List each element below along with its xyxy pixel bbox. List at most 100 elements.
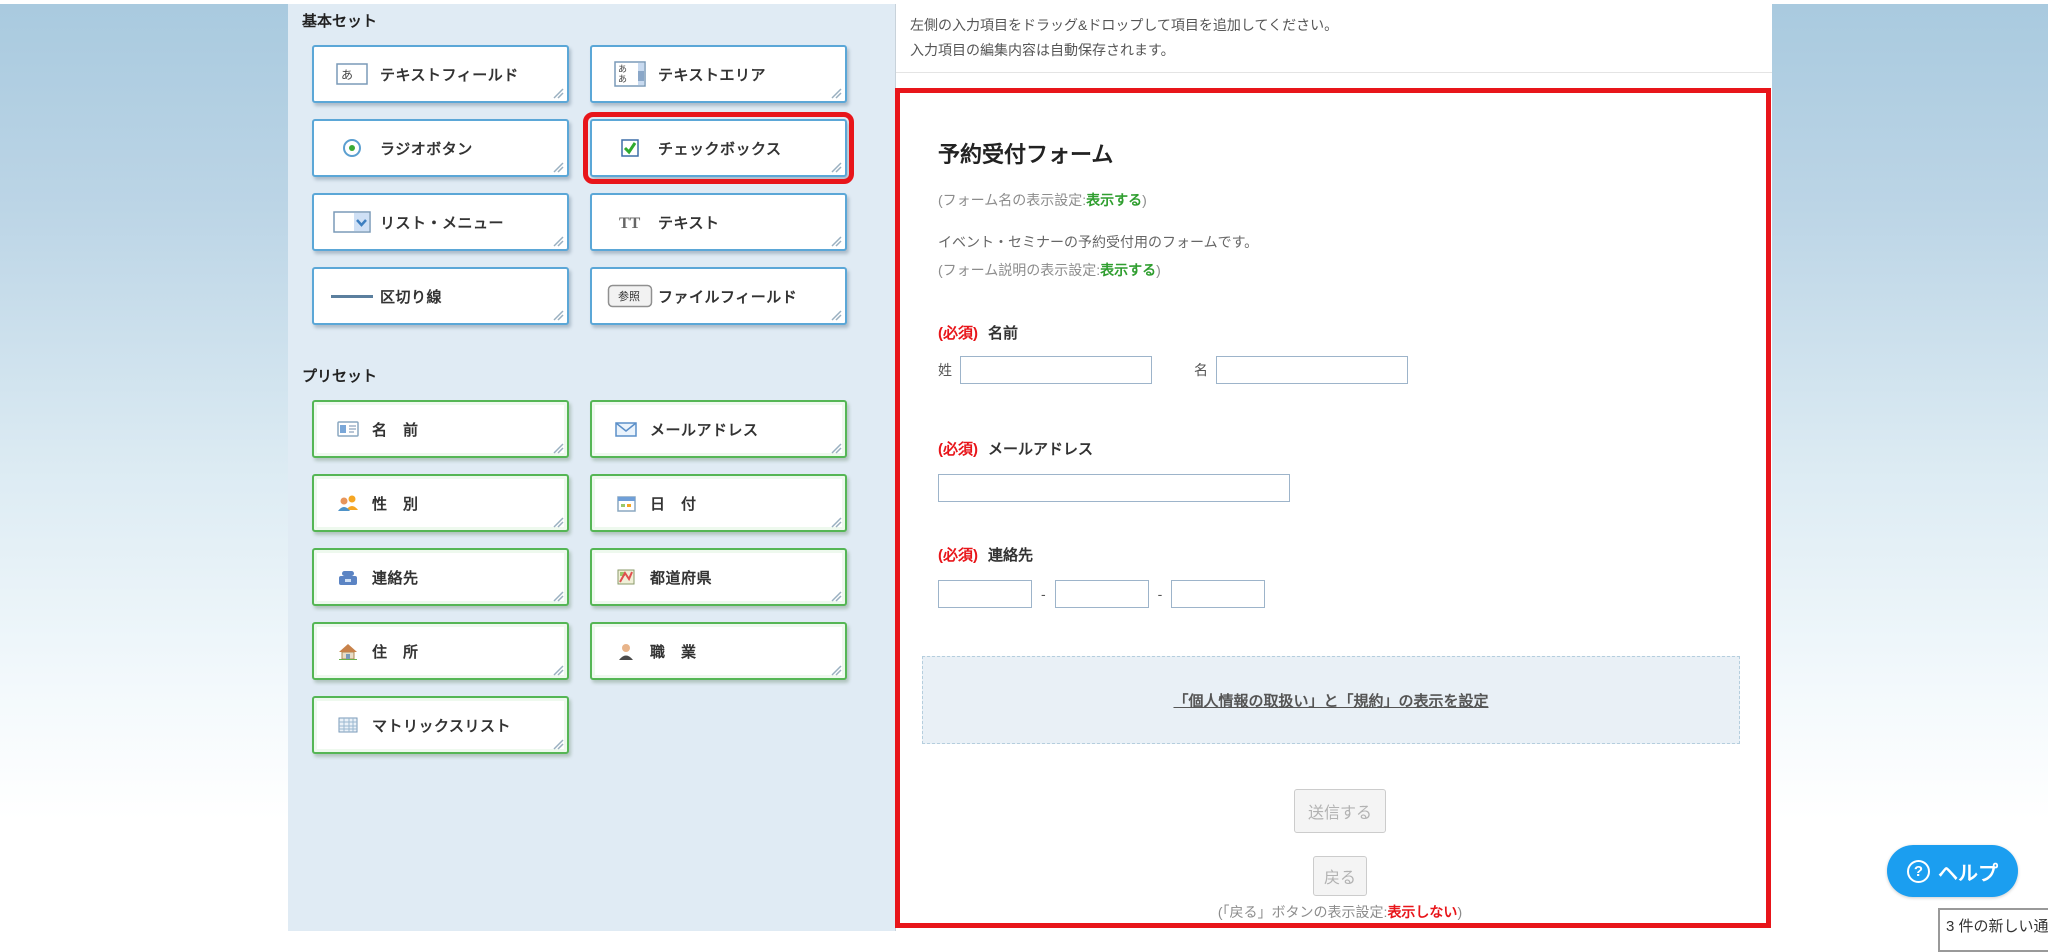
phone-input-1[interactable] xyxy=(938,580,1032,608)
notification-popup[interactable]: 3 件の新しい通知 xyxy=(1938,908,2048,952)
phone-input-2[interactable] xyxy=(1055,580,1149,608)
resize-grip-icon xyxy=(831,591,842,602)
gender-icon xyxy=(324,494,372,512)
submit-button[interactable]: 送信する xyxy=(1294,789,1386,833)
resize-grip-icon xyxy=(553,517,564,528)
resize-grip-icon xyxy=(831,443,842,454)
palette-item-label: 職 業 xyxy=(650,641,697,662)
palette-item-occupation[interactable]: 職 業 xyxy=(590,622,847,680)
field-palette: 基本セット あ テキストフィールド ああ テキストエリア xyxy=(288,4,895,931)
palette-item-textarea[interactable]: ああ テキストエリア xyxy=(590,45,847,103)
privacy-terms-panel: 「個人情報の取扱い」と「規約」の表示を設定 xyxy=(922,656,1740,744)
palette-item-date[interactable]: 日 付 xyxy=(590,474,847,532)
palette-item-file-field[interactable]: 参照 ファイルフィールド xyxy=(590,267,847,325)
resize-grip-icon xyxy=(553,591,564,602)
name-field-label: (必須)名前 xyxy=(938,322,1742,342)
resize-grip-icon xyxy=(553,665,564,676)
setting-value-hide: 表示しない xyxy=(1387,904,1457,920)
form-editor-window: 基本セット あ テキストフィールド ああ テキストエリア xyxy=(288,4,1772,931)
resize-grip-icon xyxy=(553,443,564,454)
resize-grip-icon xyxy=(831,88,842,99)
palette-item-label: 名 前 xyxy=(372,419,419,440)
palette-item-radio-button[interactable]: ラジオボタン xyxy=(312,119,569,177)
mail-icon xyxy=(602,422,650,437)
palette-item-label: テキストエリア xyxy=(658,64,766,85)
file-field-icon: 参照 xyxy=(602,284,658,308)
resize-grip-icon xyxy=(553,310,564,321)
resize-grip-icon xyxy=(831,162,842,173)
palette-item-label: ラジオボタン xyxy=(380,138,473,159)
palette-item-matrix-list[interactable]: マトリックスリスト xyxy=(312,696,569,754)
form-title: 予約受付フォーム xyxy=(938,137,1742,165)
palette-item-text[interactable]: TT テキスト xyxy=(590,193,847,251)
palette-item-contact[interactable]: 連絡先 xyxy=(312,548,569,606)
calendar-icon xyxy=(602,495,650,512)
setting-value-show: 表示する xyxy=(1100,262,1156,278)
palette-item-label: メールアドレス xyxy=(650,419,759,440)
palette-item-label: リスト・メニュー xyxy=(380,212,504,233)
required-badge: (必須) xyxy=(938,325,978,342)
svg-text:参照: 参照 xyxy=(618,289,640,303)
palette-item-prefecture[interactable]: 都道府県 xyxy=(590,548,847,606)
map-icon xyxy=(602,569,650,585)
radio-button-icon xyxy=(324,138,380,158)
resize-grip-icon xyxy=(553,162,564,173)
palette-item-label: 都道府県 xyxy=(650,567,712,588)
resize-grip-icon xyxy=(831,236,842,247)
palette-item-label: 性 別 xyxy=(372,493,419,514)
resize-grip-icon xyxy=(831,310,842,321)
palette-item-label: テキスト xyxy=(658,212,720,233)
matrix-icon xyxy=(324,717,372,733)
checkbox-icon xyxy=(602,138,658,158)
phone-separator: - xyxy=(1158,586,1163,602)
preset-grid: 名 前 メールアドレス 性 別 日 xyxy=(312,400,895,754)
palette-item-divider-line[interactable]: 区切り線 xyxy=(312,267,569,325)
privacy-terms-settings-link[interactable]: 「個人情報の取扱い」と「規約」の表示を設定 xyxy=(1173,690,1488,711)
palette-item-name[interactable]: 名 前 xyxy=(312,400,569,458)
phone-field-row: - - xyxy=(938,580,1742,608)
back-button-visibility-setting: (「戻る」ボタンの表示設定:表示しない) xyxy=(938,902,1742,920)
textarea-icon: ああ xyxy=(602,61,658,87)
palette-item-address[interactable]: 住 所 xyxy=(312,622,569,680)
submit-button-row: 送信する xyxy=(938,789,1742,833)
question-circle-icon: ? xyxy=(1907,860,1930,883)
palette-item-label: チェックボックス xyxy=(658,138,782,159)
setting-value-show: 表示する xyxy=(1086,192,1142,208)
divider-icon xyxy=(324,293,380,299)
house-icon xyxy=(324,643,372,660)
last-name-input[interactable] xyxy=(960,356,1152,384)
form-preview-pane: 左側の入力項目をドラッグ&ドロップして項目を追加してください。 入力項目の編集内… xyxy=(895,4,1772,931)
back-button[interactable]: 戻る xyxy=(1313,856,1367,896)
phone-input-3[interactable] xyxy=(1171,580,1265,608)
help-button-label: ヘルプ xyxy=(1938,857,1998,886)
form-description-visibility-setting: (フォーム説明の表示設定:表示する) xyxy=(938,260,1742,278)
palette-item-label: テキストフィールド xyxy=(380,64,519,85)
palette-item-list-menu[interactable]: リスト・メニュー xyxy=(312,193,569,251)
form-description: イベント・セミナーの予約受付用のフォームです。 xyxy=(938,232,1742,250)
palette-item-email[interactable]: メールアドレス xyxy=(590,400,847,458)
resize-grip-icon xyxy=(553,88,564,99)
last-name-label: 姓 xyxy=(938,360,952,380)
resize-grip-icon xyxy=(831,665,842,676)
name-field-row: 姓 名 xyxy=(938,356,1742,384)
palette-item-label: 日 付 xyxy=(650,493,697,514)
palette-item-label: 連絡先 xyxy=(372,567,419,588)
resize-grip-icon xyxy=(831,517,842,528)
required-badge: (必須) xyxy=(938,441,978,458)
email-input[interactable] xyxy=(938,474,1290,502)
phone-separator: - xyxy=(1041,586,1046,602)
editor-instructions: 左側の入力項目をドラッグ&ドロップして項目を追加してください。 入力項目の編集内… xyxy=(896,4,1772,73)
first-name-input[interactable] xyxy=(1216,356,1408,384)
palette-item-gender[interactable]: 性 別 xyxy=(312,474,569,532)
instruction-line-2: 入力項目の編集内容は自動保存されます。 xyxy=(910,38,1772,63)
help-button[interactable]: ? ヘルプ xyxy=(1887,845,2018,897)
svg-text:あ: あ xyxy=(341,68,353,82)
phone-icon xyxy=(324,569,372,586)
svg-text:あ: あ xyxy=(618,64,627,74)
basic-set-grid: あ テキストフィールド ああ テキストエリア ラジオボタン xyxy=(312,45,895,325)
palette-item-checkbox[interactable]: チェックボックス xyxy=(590,119,847,177)
back-button-row: 戻る xyxy=(938,856,1742,896)
email-field-label: (必須)メールアドレス xyxy=(938,438,1742,458)
form-preview-canvas[interactable]: 予約受付フォーム (フォーム名の表示設定:表示する) イベント・セミナーの予約受… xyxy=(895,88,1771,928)
palette-item-text-field[interactable]: あ テキストフィールド xyxy=(312,45,569,103)
